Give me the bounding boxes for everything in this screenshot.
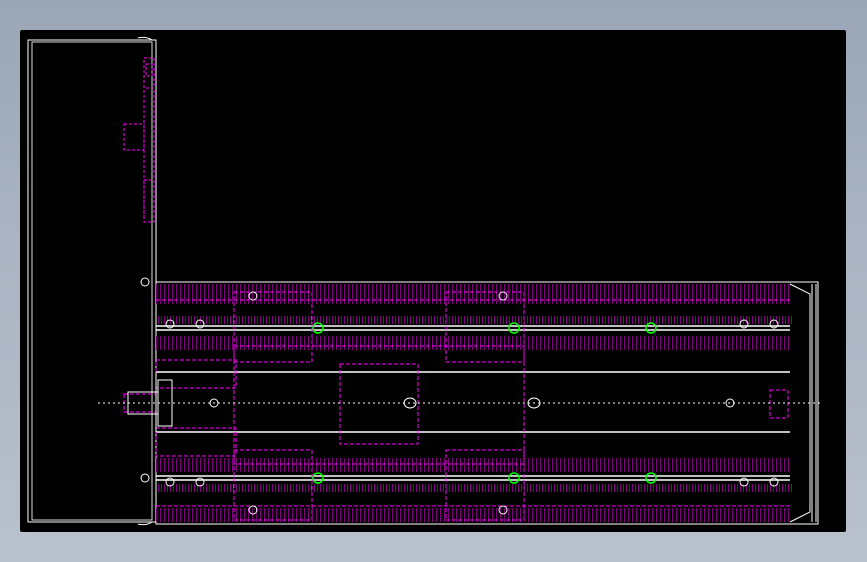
- green-marker: [645, 472, 657, 484]
- green-marker: [508, 322, 520, 334]
- hatch-band-bottom-2: [156, 484, 792, 492]
- side-plate-outline: [27, 39, 157, 523]
- cad-drawing-canvas[interactable]: [20, 30, 846, 532]
- side-plate-hidden-lines: [123, 57, 155, 223]
- green-marker: [312, 472, 324, 484]
- green-marker: [508, 472, 520, 484]
- side-plate-view: [27, 36, 157, 526]
- green-marker: [645, 322, 657, 334]
- side-mount-hole-top: [140, 277, 150, 287]
- hatch-band-bottom-3: [156, 458, 792, 472]
- left-bracket-detail: [127, 372, 173, 432]
- rail-top-view: [98, 281, 820, 525]
- hatch-band-top-3: [156, 336, 792, 350]
- side-plate-inner-outline: [31, 41, 153, 521]
- hatch-band-top-2: [156, 316, 792, 324]
- cad-viewport[interactable]: [20, 30, 846, 532]
- side-mount-hole-bottom: [140, 473, 150, 483]
- green-marker: [312, 322, 324, 334]
- hatch-band-top: [156, 284, 792, 304]
